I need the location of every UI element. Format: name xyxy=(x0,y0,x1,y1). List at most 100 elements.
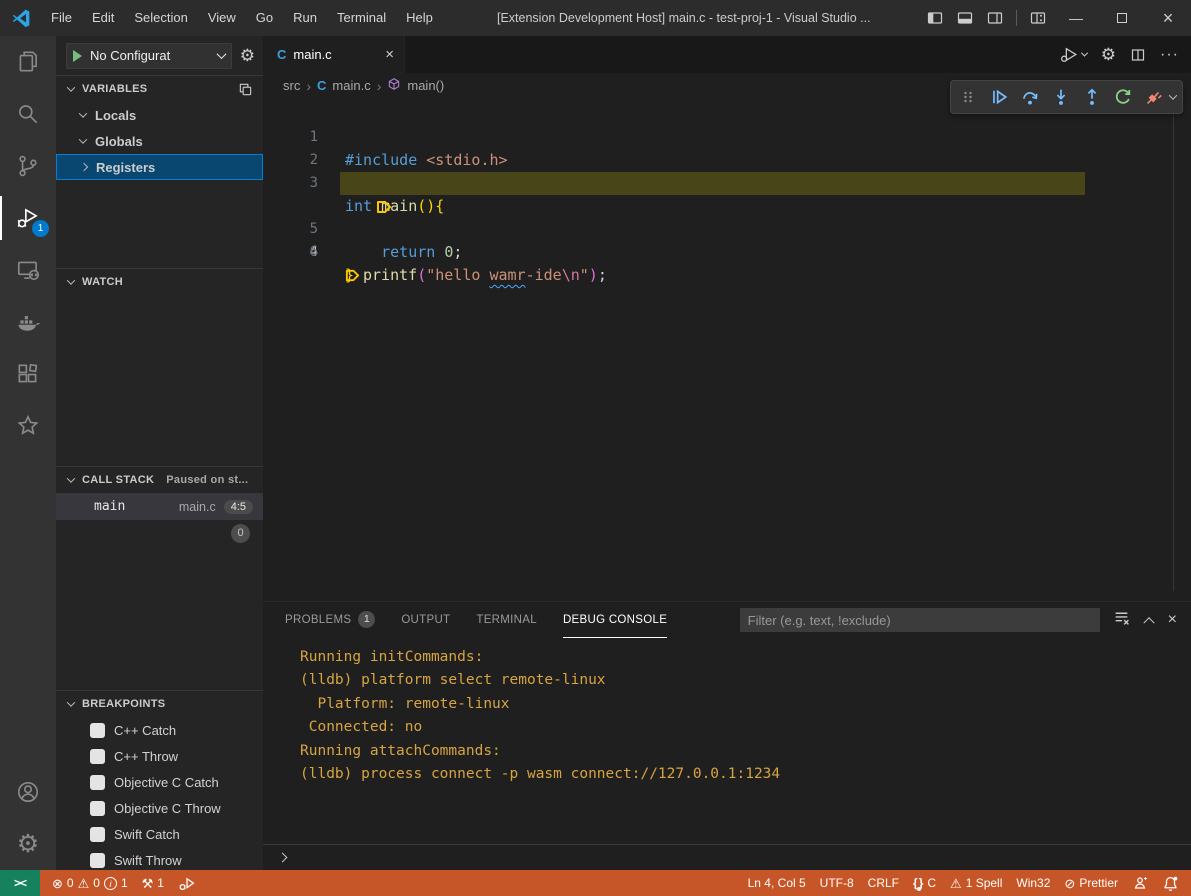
toggle-sidebar-icon[interactable] xyxy=(920,0,950,36)
line-number[interactable]: 6 xyxy=(263,241,318,264)
breadcrumb-symbol[interactable]: main() xyxy=(407,78,444,93)
breakpoints-section: BREAKPOINTS C++ Catch C++ Throw Objectiv… xyxy=(56,690,263,870)
notifications-bell-icon[interactable] xyxy=(1155,870,1191,896)
breakpoint-cpp-catch[interactable]: C++ Catch xyxy=(56,717,263,743)
toggle-secondary-sidebar-icon[interactable] xyxy=(980,0,1010,36)
start-debug-icon[interactable] xyxy=(73,50,82,62)
formatter-status[interactable]: ⊘ Prettier xyxy=(1057,870,1125,896)
debug-console-input[interactable] xyxy=(263,844,1191,870)
launch-config-dropdown[interactable]: No Configurat xyxy=(66,43,232,69)
activity-source-control[interactable] xyxy=(0,140,56,192)
maximize-button[interactable] xyxy=(1099,0,1145,36)
code-editor[interactable]: 1 #include <stdio.h> 2 3 int main(){ 4 p xyxy=(263,98,1191,601)
no-entry-icon: ⊘ xyxy=(1064,877,1075,890)
menu-go[interactable]: Go xyxy=(246,0,283,36)
checkbox[interactable] xyxy=(90,801,105,816)
more-actions-icon[interactable]: ··· xyxy=(1160,46,1179,64)
toggle-panel-icon[interactable] xyxy=(950,0,980,36)
current-line-highlight xyxy=(340,172,1085,195)
menu-edit[interactable]: Edit xyxy=(82,0,124,36)
language-mode[interactable]: { } C xyxy=(906,870,943,896)
breakpoint-cpp-throw[interactable]: C++ Throw xyxy=(56,743,263,769)
console-filter-input[interactable] xyxy=(740,608,1100,632)
error-icon: ⊗ xyxy=(52,877,63,890)
variables-header[interactable]: VARIABLES xyxy=(56,76,263,102)
breakpoints-header[interactable]: BREAKPOINTS xyxy=(56,691,263,717)
symbol-cube-icon xyxy=(387,77,401,94)
tab-problems[interactable]: PROBLEMS 1 xyxy=(285,602,375,638)
menu-terminal[interactable]: Terminal xyxy=(327,0,396,36)
breadcrumb-folder[interactable]: src xyxy=(283,78,300,93)
checkbox[interactable] xyxy=(90,723,105,738)
close-tab-icon[interactable]: × xyxy=(385,46,394,63)
chevron-down-icon[interactable] xyxy=(1169,91,1177,99)
close-button[interactable]: × xyxy=(1145,0,1191,36)
menu-view[interactable]: View xyxy=(198,0,246,36)
customize-layout-icon[interactable] xyxy=(1023,0,1053,36)
encoding[interactable]: UTF-8 xyxy=(813,870,861,896)
menu-run[interactable]: Run xyxy=(283,0,327,36)
cursor-position[interactable]: Ln 4, Col 5 xyxy=(741,870,813,896)
run-or-debug-icon[interactable] xyxy=(1060,46,1087,63)
code-line-4-current: 4 printf("hello wamr-ide\n"); xyxy=(263,172,1191,195)
spell-checker-status[interactable]: ⚠ 1 Spell xyxy=(943,870,1009,896)
step-out-icon[interactable] xyxy=(1081,88,1103,106)
watch-header[interactable]: WATCH xyxy=(56,269,263,295)
checkbox[interactable] xyxy=(90,853,105,868)
editor-settings-gear-icon[interactable]: ⚙ xyxy=(1101,45,1116,65)
accounts-icon[interactable] xyxy=(0,766,56,818)
tab-debug-console[interactable]: DEBUG CONSOLE xyxy=(563,602,667,638)
code-line-5: 5 return 0; xyxy=(263,195,1191,218)
checkbox[interactable] xyxy=(90,827,105,842)
maximize-icon xyxy=(1117,13,1127,23)
disconnect-icon[interactable] xyxy=(1143,88,1165,106)
clear-console-icon[interactable] xyxy=(1113,609,1130,631)
step-over-icon[interactable] xyxy=(1019,88,1041,106)
restart-icon[interactable] xyxy=(1112,88,1134,106)
eol-sequence[interactable]: CRLF xyxy=(861,870,906,896)
call-stack-header[interactable]: CALL STACK Paused on st... xyxy=(56,467,263,493)
continue-icon[interactable] xyxy=(988,88,1010,106)
variables-globals[interactable]: Globals xyxy=(56,128,263,154)
activity-docker[interactable] xyxy=(0,296,56,348)
menu-file[interactable]: File xyxy=(41,0,82,36)
menu-help[interactable]: Help xyxy=(396,0,443,36)
debug-status-icon[interactable] xyxy=(171,870,202,896)
stack-frame-row[interactable]: main main.c 4:5 xyxy=(56,493,263,520)
window-title: [Extension Development Host] main.c - te… xyxy=(497,0,871,36)
copy-icon[interactable] xyxy=(238,82,253,97)
split-editor-icon[interactable] xyxy=(1130,47,1146,63)
breadcrumb-file[interactable]: main.c xyxy=(332,78,370,93)
maximize-panel-icon[interactable] xyxy=(1143,617,1154,628)
activity-run-debug[interactable]: 1 xyxy=(0,192,56,244)
checkbox[interactable] xyxy=(90,775,105,790)
tools-status[interactable]: ⚒ 1 xyxy=(135,870,171,896)
activity-extensions[interactable] xyxy=(0,348,56,400)
remote-indicator[interactable]: >< xyxy=(0,870,40,896)
tab-output[interactable]: OUTPUT xyxy=(401,602,450,638)
platform-status[interactable]: Win32 xyxy=(1009,870,1057,896)
tab-terminal[interactable]: TERMINAL xyxy=(476,602,537,638)
breakpoint-objc-catch[interactable]: Objective C Catch xyxy=(56,769,263,795)
chevron-down-icon xyxy=(67,276,75,284)
step-into-icon[interactable] xyxy=(1050,88,1072,106)
menu-selection[interactable]: Selection xyxy=(124,0,197,36)
variables-registers[interactable]: Registers xyxy=(56,154,263,180)
open-launch-json-gear-icon[interactable]: ⚙ xyxy=(240,47,255,64)
activity-explorer[interactable] xyxy=(0,36,56,88)
close-panel-icon[interactable]: × xyxy=(1168,611,1177,629)
minimize-button[interactable]: — xyxy=(1053,0,1099,36)
tab-main-c[interactable]: C main.c × xyxy=(263,36,405,73)
variables-locals[interactable]: Locals xyxy=(56,102,263,128)
activity-search[interactable] xyxy=(0,88,56,140)
breakpoint-swift-throw[interactable]: Swift Throw xyxy=(56,847,263,873)
feedback-person-icon[interactable] xyxy=(1125,870,1155,896)
problems-status[interactable]: ⊗ 0 ⚠ 0 i 1 xyxy=(40,870,135,896)
checkbox[interactable] xyxy=(90,749,105,764)
toolbar-drag-gripper[interactable] xyxy=(957,89,979,105)
breakpoint-swift-catch[interactable]: Swift Catch xyxy=(56,821,263,847)
activity-remote-explorer[interactable] xyxy=(0,244,56,296)
settings-gear-icon[interactable]: ⚙ xyxy=(0,818,56,870)
activity-custom-extension-star[interactable] xyxy=(0,400,56,452)
breakpoint-objc-throw[interactable]: Objective C Throw xyxy=(56,795,263,821)
